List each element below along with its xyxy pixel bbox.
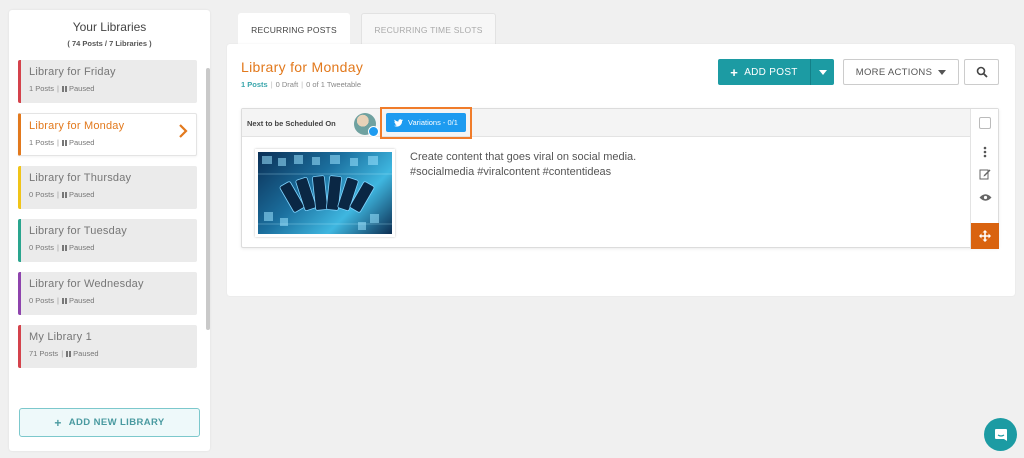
draft-count[interactable]: 0 Draft — [276, 80, 299, 89]
library-name: Library for Friday — [29, 66, 116, 78]
library-item-monday[interactable]: Library for Monday 1 Posts | Paused — [18, 113, 197, 156]
caret-down-icon — [818, 69, 827, 75]
sidebar-scrollbar[interactable] — [206, 68, 210, 330]
library-status: Paused — [68, 296, 95, 305]
library-meta: 0 Posts | Paused — [29, 190, 95, 199]
library-status: Paused — [68, 243, 95, 252]
add-post-main[interactable]: + ADD POST — [718, 59, 810, 85]
chevron-right-icon — [179, 124, 188, 138]
add-new-library-button[interactable]: + ADD NEW LIBRARY — [19, 408, 200, 437]
library-item-tuesday[interactable]: Library for Tuesday 0 Posts | Paused — [18, 219, 197, 262]
library-status: Paused — [68, 190, 95, 199]
library-post-count: 1 Posts — [29, 84, 55, 93]
library-name: Library for Monday — [29, 120, 125, 132]
post-card-header: Next to be Scheduled On Variations - 0/1 — [242, 107, 971, 139]
library-name: My Library 1 — [29, 331, 92, 343]
library-meta: 0 Posts | Paused — [29, 243, 95, 252]
more-actions-label: MORE ACTIONS — [855, 66, 933, 78]
library-meta: 0 Posts | Paused — [29, 296, 95, 305]
post-text-line: Create content that goes viral on social… — [410, 151, 637, 163]
library-name: Library for Wednesday — [29, 278, 144, 290]
chat-support-button[interactable] — [984, 418, 1017, 451]
library-name: Library for Tuesday — [29, 225, 127, 237]
library-item-wednesday[interactable]: Library for Wednesday 0 Posts | Paused — [18, 272, 197, 315]
main-panel: Library for Monday 1 Posts | 0 Draft | 0 of … — [227, 44, 1015, 296]
library-status: Paused — [68, 138, 95, 147]
search-icon — [976, 66, 988, 78]
libraries-sidebar: Your Libraries ( 74 Posts / 7 Libraries … — [9, 10, 210, 451]
account-avatar[interactable] — [354, 113, 379, 137]
sidebar-title: Your Libraries — [72, 20, 147, 34]
add-post-button[interactable]: + ADD POST — [718, 59, 834, 85]
search-button[interactable] — [964, 59, 999, 85]
library-meta: 71 Posts | Paused — [29, 349, 99, 358]
add-post-label: ADD POST — [744, 66, 798, 78]
library-status: Paused — [73, 349, 99, 358]
add-post-dropdown-toggle[interactable] — [810, 59, 834, 85]
pause-icon — [66, 351, 72, 357]
plus-icon: + — [54, 415, 62, 430]
move-arrows-icon — [979, 230, 991, 242]
eye-icon[interactable] — [978, 190, 992, 204]
library-stats: 1 Posts | 0 Draft | 0 of 1 Tweetable — [241, 80, 362, 89]
post-card: Next to be Scheduled On Variations - 0/1 — [241, 107, 999, 249]
pause-icon — [61, 192, 67, 198]
tab-recurring-time-slots[interactable]: RECURRING TIME SLOTS — [361, 13, 496, 46]
pause-icon — [61, 245, 67, 251]
post-image-thumbnail[interactable] — [255, 149, 395, 237]
sidebar-subtitle: ( 74 Posts / 7 Libraries ) — [67, 39, 152, 48]
post-actions-column — [970, 109, 999, 249]
library-item-friday[interactable]: Library for Friday 1 Posts | Paused — [18, 60, 197, 103]
pause-icon — [61, 86, 67, 92]
library-post-count: 0 Posts — [29, 296, 55, 305]
social-media-image — [258, 155, 392, 230]
post-content: Create content that goes viral on social… — [410, 150, 910, 180]
plus-icon: + — [730, 64, 739, 80]
library-name: Library for Thursday — [29, 172, 132, 184]
more-options-icon[interactable] — [978, 145, 992, 159]
twitter-badge-icon — [368, 126, 379, 137]
page-title: Library for Monday — [241, 59, 364, 75]
library-item-my-library-1[interactable]: My Library 1 71 Posts | Paused — [18, 325, 197, 368]
library-meta: 1 Posts | Paused — [29, 84, 95, 93]
variations-button[interactable]: Variations - 0/1 — [386, 113, 466, 132]
tweetable-count: 0 of 1 Tweetable — [306, 80, 362, 89]
add-new-library-label: ADD NEW LIBRARY — [68, 417, 165, 428]
pause-icon — [61, 298, 67, 304]
posts-count[interactable]: 1 Posts — [241, 80, 268, 89]
select-post-checkbox[interactable] — [979, 117, 991, 129]
post-hashtags: #socialmedia #viralcontent #contentideas — [410, 166, 612, 178]
library-post-count: 1 Posts — [29, 138, 55, 147]
tab-recurring-posts[interactable]: RECURRING POSTS — [238, 13, 350, 46]
library-post-count: 0 Posts — [29, 243, 55, 252]
library-status: Paused — [68, 84, 95, 93]
library-meta: 1 Posts | Paused — [29, 138, 95, 147]
twitter-bird-icon — [394, 118, 404, 127]
library-item-thursday[interactable]: Library for Thursday 0 Posts | Paused — [18, 166, 197, 209]
library-post-count: 0 Posts — [29, 190, 55, 199]
pause-icon — [61, 140, 67, 146]
library-post-count: 71 Posts — [29, 349, 59, 358]
next-scheduled-label: Next to be Scheduled On — [247, 119, 336, 128]
variations-label: Variations - 0/1 — [408, 118, 458, 127]
move-button[interactable] — [971, 223, 999, 249]
caret-down-icon — [938, 69, 947, 75]
chat-icon — [994, 428, 1007, 441]
edit-icon[interactable] — [978, 167, 992, 181]
more-actions-button[interactable]: MORE ACTIONS — [843, 59, 959, 85]
library-list: Library for Friday 1 Posts | Paused Librar… — [18, 60, 197, 378]
